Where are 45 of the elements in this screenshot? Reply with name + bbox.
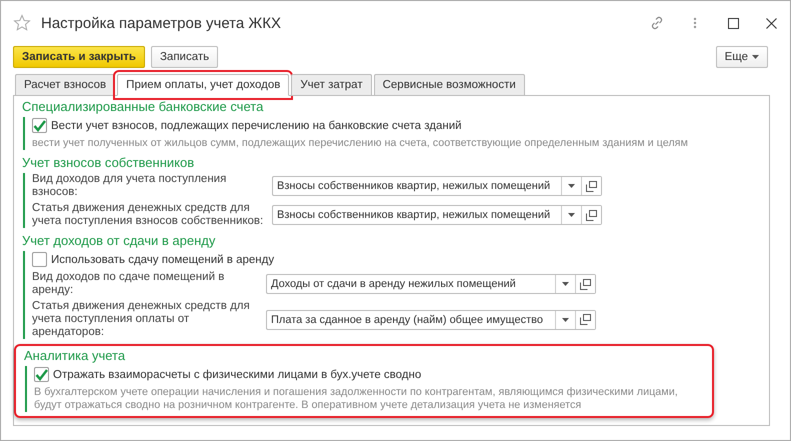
hint-text: вести учет полученных от жильцов сумм, подлежащих перечислению на счета, соответствующие определенным зданиям и целям	[32, 137, 689, 150]
field-value: Плата за сданное в аренду (найм) общее имущество	[270, 312, 544, 328]
checkbox-label: Вести учет взносов, подлежащих перечислению на банковские счета зданий	[51, 120, 462, 132]
field-value: Взносы собственников квартир, нежилых помещений	[276, 208, 552, 223]
checkbox[interactable]	[32, 252, 47, 267]
open-button[interactable]	[581, 177, 601, 195]
open-button[interactable]	[575, 275, 595, 293]
checkbox-label: Использовать сдачу помещений в аренду	[51, 254, 274, 266]
select-field[interactable]: Взносы собственников квартир, нежилых помещений	[272, 205, 602, 225]
section-title: Специализированные банковские счета	[22, 99, 264, 114]
open-icon	[586, 180, 597, 192]
section-title: Аналитика учета	[24, 348, 126, 363]
hint-text: В бухгалтерском учете операции начисления и погашения задолженности по контрагентам, являющимся физическими лицами, будут отражаться сводно на розничном контрагенте. В оперативном учете детализация учета не изменяется	[34, 386, 679, 412]
save-button[interactable]: Записать	[150, 46, 218, 68]
select-field[interactable]: Взносы собственников квартир, нежилых помещений	[272, 176, 602, 196]
select-field[interactable]: Плата за сданное в аренду (найм) общее имущество	[266, 310, 596, 330]
tab[interactable]: Учет затрат	[291, 74, 372, 96]
open-icon	[580, 314, 591, 325]
open-button[interactable]	[575, 310, 595, 328]
caret-icon	[568, 213, 575, 217]
field-label: Вид доходов для учета поступления взносов:	[32, 173, 228, 199]
open-icon	[586, 210, 597, 220]
caret-icon	[562, 318, 569, 322]
tab[interactable]: Расчет взносов	[15, 74, 116, 96]
tab[interactable]: Сервисные возможности	[374, 74, 525, 96]
checkbox-label: Отражать взаиморасчеты с физическими лицами в бух.учете сводно	[53, 368, 422, 380]
caret-icon	[752, 55, 759, 59]
section-title: Учет доходов от сдачи в аренду	[22, 233, 216, 248]
open-icon	[580, 278, 591, 290]
more-button[interactable]: Еще	[716, 46, 768, 68]
save-close-button[interactable]: Записать и закрыть	[13, 46, 145, 68]
checkbox[interactable]	[34, 367, 49, 382]
field-label: Статья движения денежных средств для учета поступления оплаты от арендаторов:	[32, 300, 251, 339]
field-label: Статья движения денежных средств для учета поступления взносов собственников:	[32, 202, 264, 228]
checkbox[interactable]	[32, 118, 47, 133]
window-title: Настройка параметров учета ЖКХ	[41, 14, 282, 32]
field-value: Взносы собственников квартир, нежилых помещений	[276, 179, 552, 194]
caret-icon	[562, 282, 569, 286]
caret-icon	[568, 184, 575, 188]
field-label: Вид доходов по сдаче помещений в аренду:	[32, 271, 226, 297]
field-value: Доходы от сдачи в аренду нежилых помещений	[270, 277, 517, 292]
section-title: Учет взносов собственников	[22, 155, 196, 170]
open-button[interactable]	[581, 206, 601, 224]
select-field[interactable]: Доходы от сдачи в аренду нежилых помещений	[266, 274, 596, 294]
star-icon[interactable]	[13, 14, 31, 32]
